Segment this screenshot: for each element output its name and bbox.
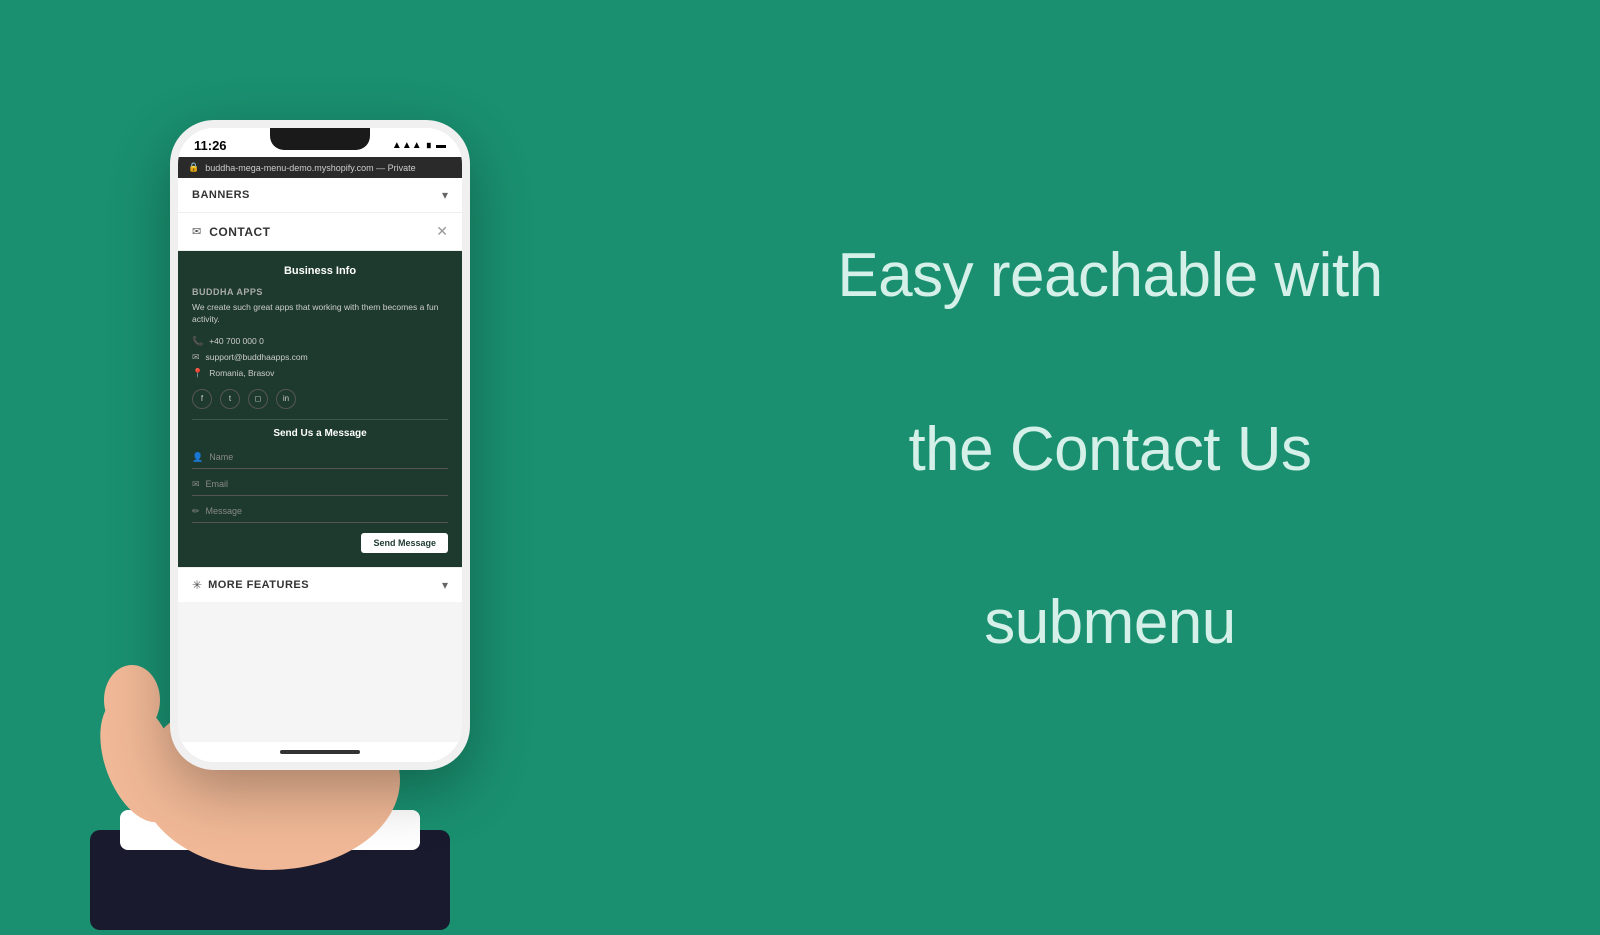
- more-features-label: MORE FEATURES: [208, 579, 309, 591]
- phone-wrapper: 11:26 ▲▲▲ ∎ ▬ 🔒 buddha-mega-menu-demo.my…: [140, 120, 480, 810]
- name-placeholder: Name: [209, 452, 233, 462]
- form-section-title: Send Us a Message: [192, 428, 448, 439]
- social-row: f t ◻ in: [192, 389, 448, 409]
- divider: [192, 419, 448, 420]
- business-description: We create such great apps that working w…: [192, 302, 448, 326]
- phone-content: BANNERS ▾ ✉ CONTACT ✕ Business Info BUDD…: [178, 178, 462, 742]
- hero-line3: submenu: [984, 588, 1236, 657]
- linkedin-button[interactable]: in: [276, 389, 296, 409]
- facebook-button[interactable]: f: [192, 389, 212, 409]
- dark-panel: Business Info BUDDHA APPS We create such…: [178, 251, 462, 567]
- wifi-icon: ∎: [426, 140, 432, 151]
- browser-url: buddha-mega-menu-demo.myshopify.com — Pr…: [205, 163, 452, 173]
- sun-icon: ✳: [192, 578, 202, 592]
- more-features-chevron: ▾: [442, 578, 448, 592]
- phone-notch: [270, 128, 370, 150]
- email-field-icon: ✉: [192, 479, 200, 490]
- phone-number: +40 700 000 0: [209, 336, 264, 346]
- status-icons: ▲▲▲ ∎ ▬: [392, 140, 446, 151]
- message-icon: ✏: [192, 506, 200, 517]
- email-placeholder: Email: [206, 479, 229, 489]
- more-features-row[interactable]: ✳ MORE FEATURES ▾: [178, 567, 462, 602]
- banners-row[interactable]: BANNERS ▾: [178, 178, 462, 213]
- left-section: 11:26 ▲▲▲ ∎ ▬ 🔒 buddha-mega-menu-demo.my…: [0, 0, 620, 900]
- hero-text: Easy reachable with the Contact Us subme…: [837, 233, 1382, 667]
- close-icon[interactable]: ✕: [436, 223, 448, 240]
- location-icon: 📍: [192, 368, 203, 379]
- battery-icon: ▬: [436, 140, 446, 151]
- more-features-left: ✳ MORE FEATURES: [192, 578, 309, 592]
- twitter-button[interactable]: t: [220, 389, 240, 409]
- phone-info-row: 📞 +40 700 000 0: [192, 336, 448, 347]
- name-field[interactable]: 👤 Name: [192, 447, 448, 469]
- email-address: support@buddhaapps.com: [206, 352, 308, 362]
- lock-icon: 🔒: [188, 162, 199, 173]
- location-info-row: 📍 Romania, Brasov: [192, 368, 448, 379]
- business-info-title: Business Info: [192, 265, 448, 277]
- location-text: Romania, Brasov: [209, 368, 274, 378]
- signal-icon: ▲▲▲: [392, 140, 422, 151]
- contact-label: CONTACT: [209, 225, 270, 239]
- hero-line1: Easy reachable with: [837, 241, 1382, 310]
- email-icon: ✉: [192, 352, 200, 363]
- phone-icon: 📞: [192, 336, 203, 347]
- message-field[interactable]: ✏ Message: [192, 501, 448, 523]
- phone-frame: 11:26 ▲▲▲ ∎ ▬ 🔒 buddha-mega-menu-demo.my…: [170, 120, 470, 770]
- home-indicator: [280, 750, 360, 754]
- email-info-row: ✉ support@buddhaapps.com: [192, 352, 448, 363]
- hero-line2: the Contact Us: [908, 415, 1311, 484]
- right-section: Easy reachable with the Contact Us subme…: [620, 173, 1600, 727]
- banners-label: BANNERS: [192, 189, 250, 201]
- contact-row-left: ✉ CONTACT: [192, 225, 271, 239]
- browser-bar: 🔒 buddha-mega-menu-demo.myshopify.com — …: [178, 157, 462, 178]
- banners-chevron: ▾: [442, 188, 448, 202]
- send-button-row: Send Message: [192, 533, 448, 553]
- contact-row[interactable]: ✉ CONTACT ✕: [178, 213, 462, 251]
- send-message-button[interactable]: Send Message: [361, 533, 448, 553]
- name-icon: 👤: [192, 452, 203, 463]
- contact-email-icon: ✉: [192, 225, 201, 238]
- instagram-button[interactable]: ◻: [248, 389, 268, 409]
- email-field[interactable]: ✉ Email: [192, 474, 448, 496]
- message-placeholder: Message: [206, 506, 243, 516]
- status-time: 11:26: [194, 138, 227, 153]
- company-name: BUDDHA APPS: [192, 287, 448, 297]
